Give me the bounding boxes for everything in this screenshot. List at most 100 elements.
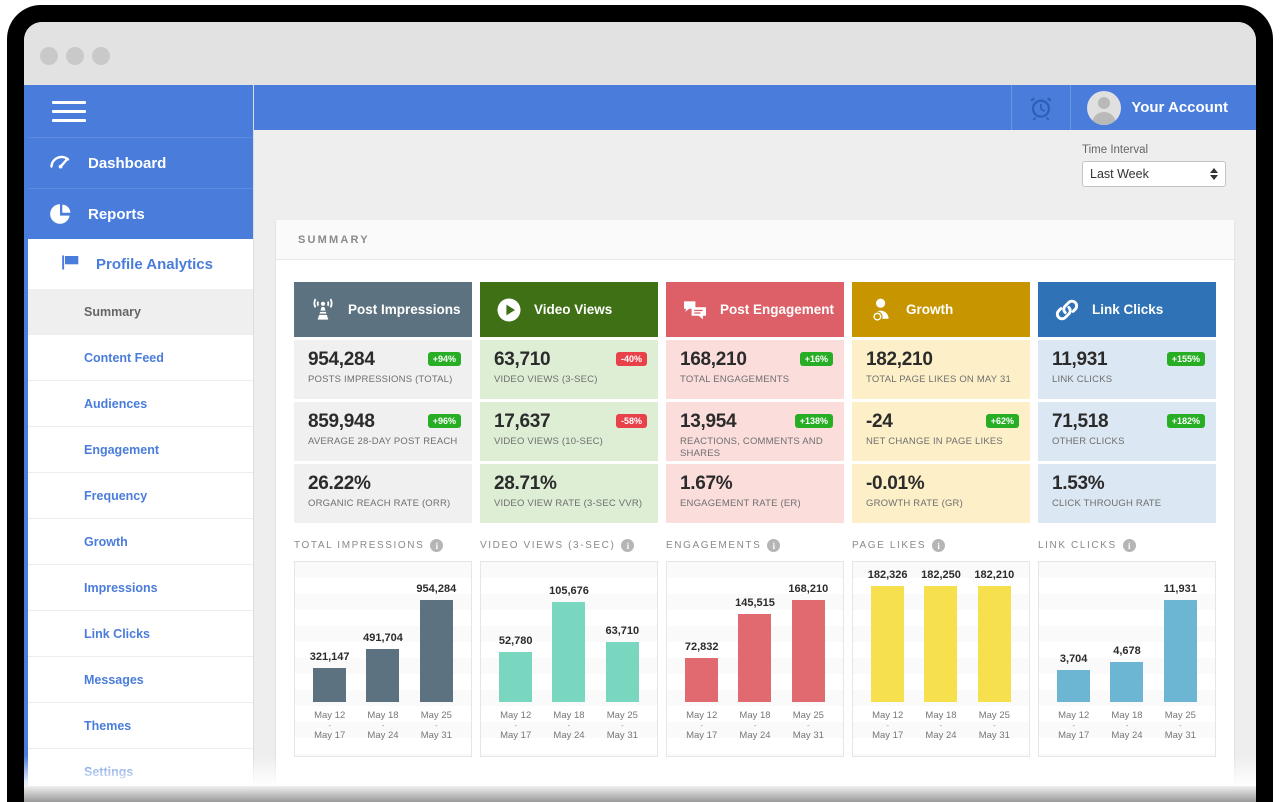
chart-bar[interactable] xyxy=(366,649,399,702)
kpi-cell: 1.67%ENGAGEMENT RATE (ER) xyxy=(666,464,844,523)
sidebar-item-frequency[interactable]: Frequency xyxy=(24,473,253,519)
chart-bar-label: 105,676 xyxy=(549,585,589,597)
app-container: Your Account xyxy=(24,85,1256,802)
window-close-button[interactable] xyxy=(40,47,58,65)
sidebar-section-profile-analytics[interactable]: Profile Analytics xyxy=(24,239,253,289)
sidebar-item-impressions[interactable]: Impressions xyxy=(24,565,253,611)
sidebar-item-audiences[interactable]: Audiences xyxy=(24,381,253,427)
chart-bar[interactable] xyxy=(924,586,957,702)
account-menu[interactable]: Your Account xyxy=(1071,85,1256,130)
kpi-column: Post Engagement168,210TOTAL ENGAGEMENTS+… xyxy=(666,282,844,523)
chart-bar[interactable] xyxy=(738,614,771,702)
chart-bar[interactable] xyxy=(1110,662,1143,702)
sidebar-item-engagement[interactable]: Engagement xyxy=(24,427,253,473)
time-interval-select[interactable]: Last Week xyxy=(1082,161,1226,187)
avatar xyxy=(1087,91,1121,125)
sidebar-subitem-label: Summary xyxy=(84,305,141,319)
chart-bar[interactable] xyxy=(420,600,453,702)
kpi-caption: VIDEO VIEWS (10-SEC) xyxy=(494,436,646,448)
chart-x-tick-end: May 17 xyxy=(495,729,537,743)
chart-x-tick: May 18-May 24 xyxy=(920,702,962,743)
kpi-value: 28.71% xyxy=(494,473,646,495)
chart-plot-area: 3,7044,67811,931 xyxy=(1039,562,1215,702)
chart-bar[interactable] xyxy=(978,586,1011,702)
chart-x-tick: May 12-May 17 xyxy=(681,702,723,743)
kpi-caption: VIDEO VIEWS (3-SEC) xyxy=(494,374,646,386)
sidebar-item-dashboard[interactable]: Dashboard xyxy=(24,137,253,188)
sidebar-item-themes[interactable]: Themes xyxy=(24,703,253,749)
kpi-value: 1.53% xyxy=(1052,473,1204,495)
sidebar-item-link-clicks[interactable]: Link Clicks xyxy=(24,611,253,657)
sidebar-subitem-label: Audiences xyxy=(84,397,147,411)
kpi-cell: 859,948AVERAGE 28-DAY POST REACH+96% xyxy=(294,402,472,461)
chart-x-tick-end: May 17 xyxy=(1053,729,1095,743)
chart-bar-group: 3,704 xyxy=(1053,562,1095,702)
chart-x-tick-end: May 24 xyxy=(362,729,404,743)
info-icon[interactable]: i xyxy=(1123,539,1136,552)
chart-bar[interactable] xyxy=(552,602,585,702)
charts-row: TOTAL IMPRESSIONSi321,147491,704954,284M… xyxy=(276,523,1234,757)
chart-bar-label: 3,704 xyxy=(1060,653,1088,665)
sidebar-item-growth[interactable]: Growth xyxy=(24,519,253,565)
kpi-value: 182,210 xyxy=(866,349,1018,371)
chart-bar[interactable] xyxy=(685,658,718,702)
chart-bar[interactable] xyxy=(792,600,825,702)
info-icon[interactable]: i xyxy=(430,539,443,552)
main-content: Time Interval Last Week SUMMARY Post Imp… xyxy=(254,130,1256,802)
window-maximize-button[interactable] xyxy=(92,47,110,65)
kpi-column: Video Views63,710VIDEO VIEWS (3-SEC)-40%… xyxy=(480,282,658,523)
kpi-caption: POSTS IMPRESSIONS (TOTAL) xyxy=(308,374,460,386)
chart-x-tick: May 25-May 31 xyxy=(416,702,458,743)
chart-bar-group: 11,931 xyxy=(1160,562,1202,702)
chart-bar-group: 105,676 xyxy=(548,562,590,702)
sidebar-subitem-label: Settings xyxy=(84,765,133,779)
sidebar-subitem-label: Engagement xyxy=(84,443,159,457)
kpi-cell: 13,954REACTIONS, COMMENTS AND SHARES+138… xyxy=(666,402,844,461)
chart-bar[interactable] xyxy=(1164,600,1197,702)
chart-bar[interactable] xyxy=(313,668,346,702)
kpi-value: 1.67% xyxy=(680,473,832,495)
bar-chart: 3,7044,67811,931May 12-May 17 May 18-May … xyxy=(1038,561,1216,757)
chart-x-tick-end: May 24 xyxy=(1106,729,1148,743)
chart-x-tick: May 18-May 24 xyxy=(1106,702,1148,743)
kpi-cell: 954,284POSTS IMPRESSIONS (TOTAL)+94% xyxy=(294,340,472,399)
info-icon[interactable]: i xyxy=(767,539,780,552)
chart-bar[interactable] xyxy=(1057,670,1090,702)
chart-column: ENGAGEMENTSi72,832145,515168,210May 12-M… xyxy=(666,539,844,757)
kpi-cell: 63,710VIDEO VIEWS (3-SEC)-40% xyxy=(480,340,658,399)
sidebar-item-summary[interactable]: Summary xyxy=(24,289,253,335)
chart-bar[interactable] xyxy=(606,642,639,702)
kpi-caption: CLICK THROUGH RATE xyxy=(1052,498,1204,510)
chart-x-tick: May 18-May 24 xyxy=(362,702,404,743)
status-badge: +94% xyxy=(428,352,461,366)
sidebar-item-reports[interactable]: Reports xyxy=(24,188,253,239)
sidebar-accent-bar xyxy=(24,85,28,802)
chart-bar-label: 168,210 xyxy=(788,583,828,595)
status-badge: +62% xyxy=(986,414,1019,428)
window-minimize-button[interactable] xyxy=(66,47,84,65)
chart-header: LINK CLICKSi xyxy=(1038,539,1216,552)
chart-x-tick: May 12-May 17 xyxy=(1053,702,1095,743)
kpi-value: -0.01% xyxy=(866,473,1018,495)
sidebar-item-messages[interactable]: Messages xyxy=(24,657,253,703)
info-icon[interactable]: i xyxy=(621,539,634,552)
chart-bar-label: 63,710 xyxy=(605,625,639,637)
bar-chart: 182,326182,250182,210May 12-May 17May 18… xyxy=(852,561,1030,757)
chart-bar-label: 52,780 xyxy=(499,635,533,647)
chart-title: VIDEO VIEWS (3-SEC) xyxy=(480,540,615,551)
info-icon[interactable]: i xyxy=(932,539,945,552)
chart-bar[interactable] xyxy=(871,586,904,702)
chart-bar-label: 954,284 xyxy=(416,583,456,595)
chart-bar[interactable] xyxy=(499,652,532,702)
chart-bar-group: 954,284 xyxy=(416,562,458,702)
kpi-column: Post Impressions954,284POSTS IMPRESSIONS… xyxy=(294,282,472,523)
sidebar-item-content-feed[interactable]: Content Feed xyxy=(24,335,253,381)
hamburger-menu-icon[interactable] xyxy=(24,85,253,137)
chart-x-tick: May 18-May 24 xyxy=(548,702,590,743)
chart-x-tick: May 25-May 31 xyxy=(1160,702,1202,743)
kpi-column-header: Post Engagement xyxy=(666,282,844,337)
summary-panel-header: SUMMARY xyxy=(276,220,1234,260)
alarm-clock-icon[interactable] xyxy=(1011,85,1071,130)
chart-x-tick-end: May 31 xyxy=(416,729,458,743)
chart-bar-group: 145,515 xyxy=(734,562,776,702)
